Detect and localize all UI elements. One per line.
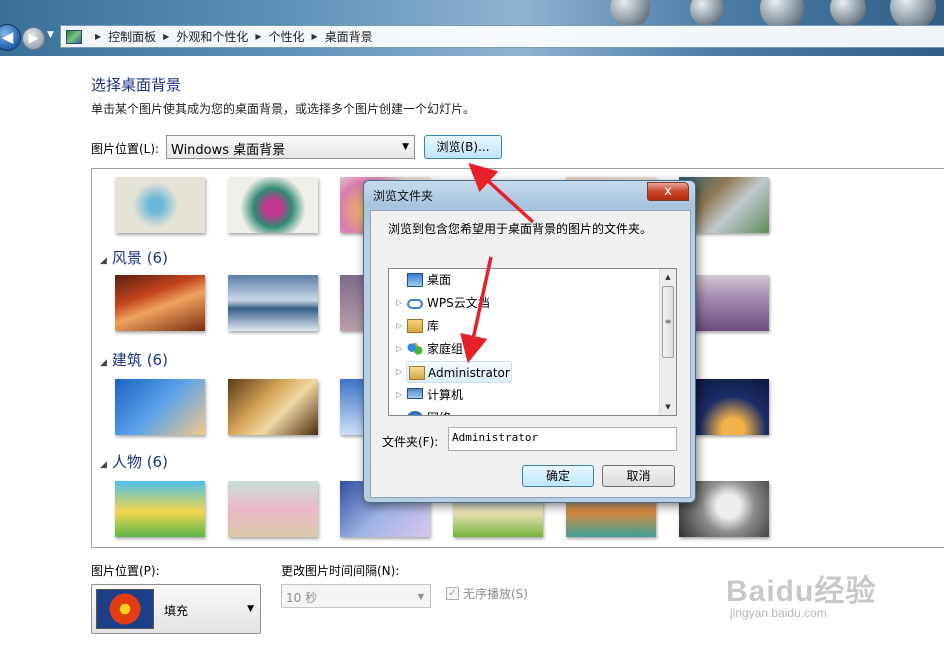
tree-item-network[interactable]: ▷ 网络 — [389, 407, 657, 415]
shuffle-checkbox[interactable]: ✓ — [446, 587, 459, 600]
expand-arrow-icon[interactable]: ▷ — [396, 361, 402, 383]
tree-item-administrator[interactable]: Administrator — [406, 361, 512, 383]
dialog-title: 浏览文件夹 — [373, 189, 434, 203]
computer-icon — [407, 388, 423, 399]
collapse-triangle-icon[interactable]: ◢ — [100, 358, 107, 368]
close-icon[interactable]: x — [647, 182, 689, 201]
picture-location-select[interactable]: Windows 桌面背景 ▼ — [166, 135, 415, 159]
wallpaper-thumbnail[interactable] — [228, 275, 318, 331]
chevron-down-icon: ▼ — [417, 592, 424, 601]
tree-item-homegroup[interactable]: ▷ 家庭组 — [389, 338, 657, 360]
group-label: 人物 (6) — [111, 453, 168, 471]
wallpaper-thumbnail[interactable] — [228, 379, 318, 435]
chevron-right-icon[interactable]: ▶ — [95, 32, 101, 41]
collapse-triangle-icon[interactable]: ◢ — [100, 460, 107, 470]
interval-select[interactable]: 10 秒 ▼ — [281, 584, 431, 608]
folder-label: 文件夹(F): — [382, 435, 439, 449]
wallpaper-thumbnail[interactable] — [115, 275, 205, 331]
tree-scrollbar[interactable]: ▲ ≡ ▼ — [659, 269, 676, 415]
library-icon — [407, 319, 423, 333]
tree-item-desktop[interactable]: 桌面 — [389, 269, 657, 291]
chevron-down-icon[interactable]: ▼ — [47, 30, 57, 40]
wallpaper-thumbnail[interactable] — [228, 177, 318, 233]
breadcrumb-control-panel[interactable]: 控制面板 — [108, 28, 156, 45]
tree-item-label: 桌面 — [427, 273, 452, 287]
chevron-right-icon[interactable]: ▶ — [255, 32, 261, 41]
decorative-sphere — [830, 0, 866, 26]
cancel-button[interactable]: 取消 — [602, 465, 675, 487]
page-title: 选择桌面背景 — [91, 76, 182, 94]
desktop-icon — [407, 273, 423, 287]
tree-item-computer[interactable]: ▷ 计算机 — [389, 384, 657, 406]
wallpaper-thumbnail[interactable] — [115, 481, 205, 537]
tree-item-wps-cloud[interactable]: ▷ WPS云文档 — [389, 292, 657, 314]
tree-item-label: 网络 — [427, 407, 451, 415]
watermark-url: jingyan.baidu.com — [730, 606, 827, 620]
dialog-description: 浏览到包含您希望用于桌面背景的图片的文件夹。 — [388, 222, 653, 236]
homegroup-icon — [407, 342, 423, 356]
wallpaper-thumbnail[interactable] — [115, 379, 205, 435]
chevron-down-icon: ▼ — [402, 142, 409, 152]
address-bar[interactable]: ▶ 控制面板 ▶ 外观和个性化 ▶ 个性化 ▶ 桌面背景 — [60, 25, 944, 48]
expand-arrow-icon[interactable]: ▷ — [396, 338, 402, 360]
picture-position-label: 图片位置(P): — [91, 564, 160, 578]
wallpaper-thumbnail[interactable] — [228, 481, 318, 537]
breadcrumb-desktop-background[interactable]: 桌面背景 — [325, 28, 373, 45]
picture-location-value: Windows 桌面背景 — [171, 143, 286, 158]
tree-item-label: 库 — [427, 319, 440, 333]
interval-label: 更改图片时间间隔(N): — [281, 564, 400, 578]
scroll-up-icon[interactable]: ▲ — [660, 269, 676, 285]
picture-location-label: 图片位置(L): — [91, 142, 160, 156]
group-header-characters[interactable]: ◢ 人物 (6) — [100, 451, 168, 472]
group-header-architecture[interactable]: ◢ 建筑 (6) — [100, 349, 168, 370]
forward-arrow-icon[interactable]: ▶ — [22, 27, 45, 50]
group-header-landscape[interactable]: ◢ 风景 (6) — [100, 247, 168, 268]
browse-button[interactable]: 浏览(B)... — [424, 135, 502, 159]
expand-arrow-icon[interactable]: ▷ — [396, 407, 402, 415]
group-label: 建筑 (6) — [111, 351, 168, 369]
folder-field[interactable]: Administrator — [448, 427, 677, 451]
fill-preview-image — [96, 589, 154, 629]
picture-position-select[interactable]: 填充 ▼ — [91, 584, 261, 634]
cloud-icon — [407, 299, 423, 309]
decorative-sphere — [690, 0, 724, 26]
scrollbar-thumb[interactable]: ≡ — [662, 286, 674, 358]
wallpaper-thumbnail[interactable] — [115, 177, 205, 233]
chevron-right-icon[interactable]: ▶ — [312, 32, 318, 41]
expand-arrow-icon[interactable]: ▷ — [396, 315, 402, 337]
control-panel-icon — [66, 29, 82, 44]
expand-arrow-icon[interactable]: ▷ — [396, 384, 402, 406]
tree-item-label: 家庭组 — [427, 342, 464, 356]
chevron-right-icon[interactable]: ▶ — [163, 32, 169, 41]
back-arrow-icon[interactable]: ◀ — [0, 24, 21, 51]
scroll-down-icon[interactable]: ▼ — [660, 399, 676, 415]
decorative-sphere — [610, 0, 650, 28]
tree-item-library[interactable]: ▷ 库 — [389, 315, 657, 337]
baidu-watermark: Baidu经验 jingyan.baidu.com — [726, 566, 916, 626]
picture-position-value: 填充 — [164, 604, 189, 618]
tree-item-label: Administrator — [428, 366, 510, 380]
collapse-triangle-icon[interactable]: ◢ — [100, 256, 107, 266]
user-folder-icon — [409, 366, 425, 380]
interval-value: 10 秒 — [286, 591, 318, 605]
expand-arrow-icon[interactable]: ▷ — [396, 292, 402, 314]
group-label: 风景 (6) — [111, 249, 168, 267]
network-icon — [407, 411, 423, 415]
browse-folder-dialog[interactable]: 浏览文件夹 x 浏览到包含您希望用于桌面背景的图片的文件夹。 桌面 ▷ WPS云… — [363, 180, 696, 503]
page-subtitle: 单击某个图片使其成为您的桌面背景，或选择多个图片创建一个幻灯片。 — [91, 102, 476, 116]
tree-item-label: WPS云文档 — [427, 296, 490, 310]
breadcrumb-appearance[interactable]: 外观和个性化 — [176, 28, 248, 45]
breadcrumb-personalization[interactable]: 个性化 — [269, 28, 305, 45]
tree-item-label: 计算机 — [427, 388, 464, 402]
chevron-down-icon: ▼ — [247, 604, 254, 614]
watermark-logo: Baidu经验 — [726, 575, 877, 608]
folder-tree[interactable]: 桌面 ▷ WPS云文档 ▷ 库 ▷ 家庭组 Administrator ▷ ▷ … — [388, 268, 677, 416]
window-title-bar: ◀ ▶ ▼ ▶ 控制面板 ▶ 外观和个性化 ▶ 个性化 ▶ 桌面背景 — [0, 0, 944, 56]
dialog-body: 浏览到包含您希望用于桌面背景的图片的文件夹。 桌面 ▷ WPS云文档 ▷ 库 ▷… — [370, 210, 691, 498]
shuffle-label: 无序播放(S) — [463, 587, 528, 601]
ok-button[interactable]: 确定 — [522, 465, 594, 487]
